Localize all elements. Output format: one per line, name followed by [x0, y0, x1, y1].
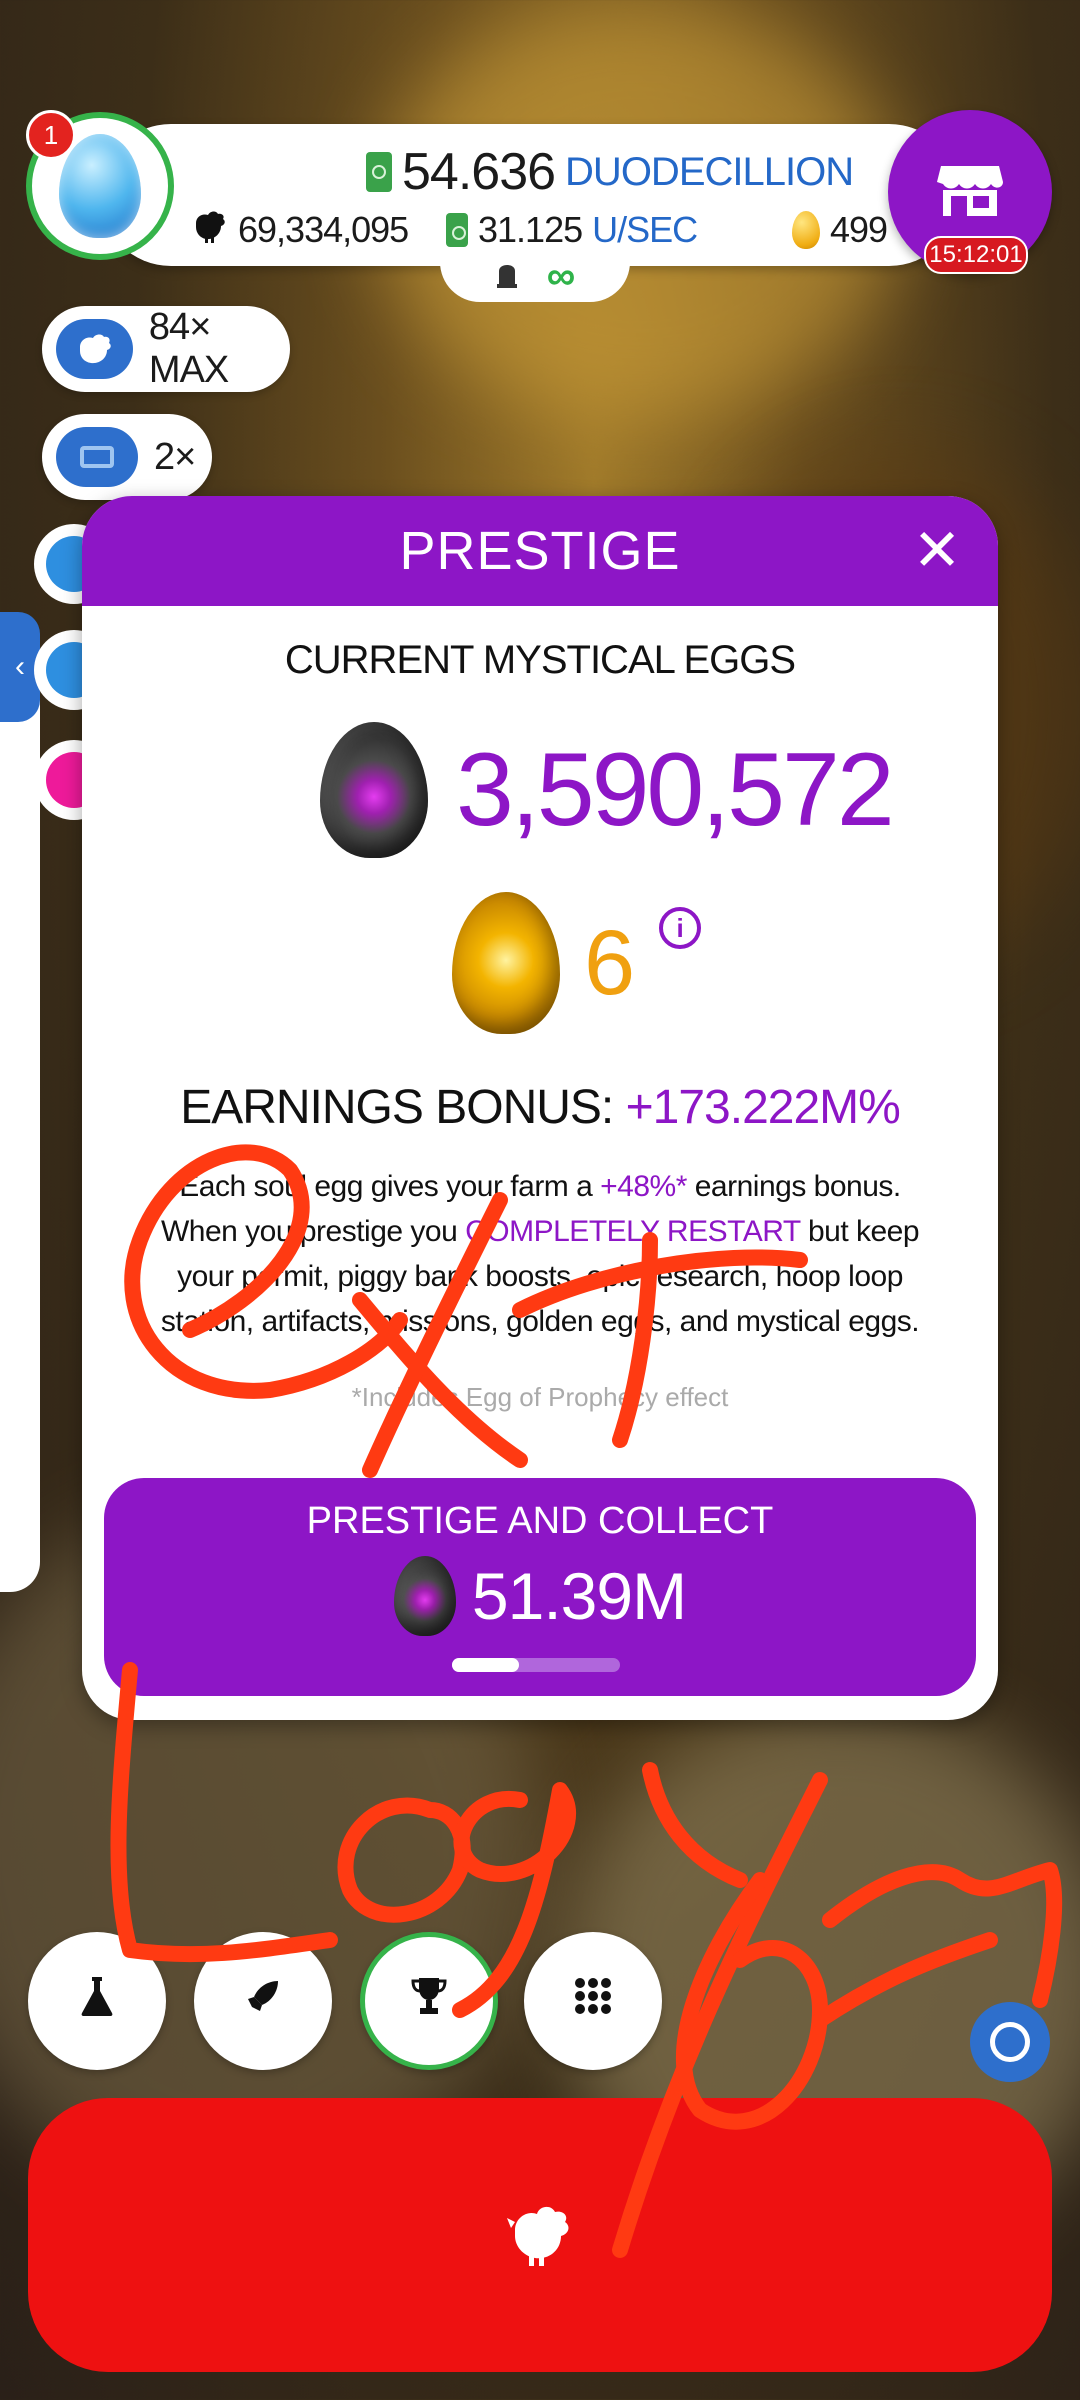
chicken-count: 69,334,095 — [192, 206, 409, 254]
collect-progress — [452, 1658, 620, 1672]
soul-egg-icon — [320, 722, 428, 858]
trophy-icon — [410, 1976, 448, 2026]
prestige-and-collect-button[interactable]: PRESTIGE AND COLLECT 51.39M — [104, 1478, 976, 1696]
prophecy-egg-row: 6 i — [452, 892, 702, 1034]
research-button[interactable] — [28, 1932, 166, 2070]
cash-icon — [446, 213, 468, 247]
prestige-dialog: PRESTIGE ✕ CURRENT MYSTICAL EGGS 3,590,5… — [82, 496, 998, 1720]
dialog-title: PRESTIGE — [399, 521, 681, 581]
chicken-icon — [192, 209, 228, 252]
boost-chicken-icon — [56, 319, 133, 379]
income-value: 31.125 — [478, 209, 583, 250]
desc-text: When you prestige you — [160, 1215, 466, 1248]
side-panel — [0, 612, 40, 1592]
earnings-bonus-label: EARNINGS BONUS: — [180, 1081, 626, 1134]
desc-text: Each soul egg gives your farm a — [179, 1170, 601, 1203]
trophy-button[interactable] — [360, 1932, 498, 2070]
notification-badge: 1 — [26, 110, 76, 160]
earnings-bonus: EARNINGS BONUS: +173.222M% — [82, 1080, 998, 1135]
collect-value: 51.39M — [471, 1559, 687, 1633]
rocket-icon — [244, 1977, 282, 2025]
golden-egg-count[interactable]: 499 — [792, 206, 888, 254]
desc-highlight: +48%* — [600, 1170, 687, 1203]
golden-egg-icon — [792, 211, 820, 249]
cash-display: 54.636 DUODECILLION — [366, 140, 854, 204]
grid-icon — [573, 1976, 613, 2026]
menu-button[interactable] — [524, 1932, 662, 2070]
desc-text: station, artifacts, missions, golden egg… — [160, 1305, 920, 1338]
collect-progress-fill — [452, 1658, 520, 1672]
chicken-icon — [505, 2200, 575, 2271]
silo-icon — [495, 259, 519, 294]
shop-timer: 15:12:01 — [924, 236, 1028, 274]
desc-text: your permit, piggy bank boosts, epic res… — [177, 1260, 903, 1293]
cash-unit: DUODECILLION — [565, 149, 854, 194]
infinity-icon: ∞ — [546, 253, 576, 298]
prestige-description: Each soul egg gives your farm a +48%* ea… — [142, 1164, 938, 1344]
footnote: *Includes Egg of Prophecy effect — [351, 1382, 729, 1412]
prophecy-egg-count: 6 — [584, 911, 636, 1014]
hatch-chicken-button[interactable] — [28, 2098, 1052, 2372]
soul-egg-row: 3,590,572 — [320, 722, 895, 858]
boost-label: 2× — [154, 435, 196, 478]
flask-icon — [80, 1975, 114, 2027]
desc-highlight: COMPLETELY RESTART — [465, 1215, 801, 1248]
boost-label: 84× MAX — [148, 306, 229, 391]
cash-icon — [366, 152, 392, 192]
chicken-count-value: 69,334,095 — [238, 209, 409, 250]
desc-text: but keep — [800, 1215, 920, 1248]
section-label: CURRENT MYSTICAL EGGS — [284, 638, 796, 682]
circle-icon — [990, 2022, 1030, 2062]
earnings-bonus-value: +173.222M% — [625, 1081, 901, 1134]
rocket-button[interactable] — [194, 1932, 332, 2070]
video-boost-pill[interactable]: 2× — [42, 414, 212, 500]
collect-label: PRESTIGE AND COLLECT — [306, 1500, 774, 1542]
store-icon — [935, 160, 1005, 225]
income-rate: 31.125 U/SEC — [446, 206, 698, 254]
income-unit: U/SEC — [592, 209, 698, 250]
egg-of-prophecy-icon — [452, 892, 560, 1034]
hud-sub-pill[interactable]: ∞ — [440, 250, 630, 302]
soul-egg-count: 3,590,572 — [456, 731, 895, 848]
dialog-header: PRESTIGE — [82, 496, 998, 606]
chicken-boost-pill[interactable]: 84× MAX — [42, 306, 290, 392]
collect-row: 51.39M — [104, 1556, 976, 1636]
golden-egg-value: 499 — [830, 209, 888, 250]
chevron-left-icon: ‹ — [15, 650, 25, 683]
info-icon[interactable]: i — [659, 907, 702, 949]
desc-text: earnings bonus. — [686, 1170, 901, 1203]
close-button[interactable]: ✕ — [908, 522, 966, 580]
mini-action-button[interactable] — [970, 2002, 1050, 2082]
cash-value: 54.636 — [402, 143, 556, 201]
tv-icon — [56, 427, 138, 487]
soul-egg-icon — [393, 1556, 456, 1636]
